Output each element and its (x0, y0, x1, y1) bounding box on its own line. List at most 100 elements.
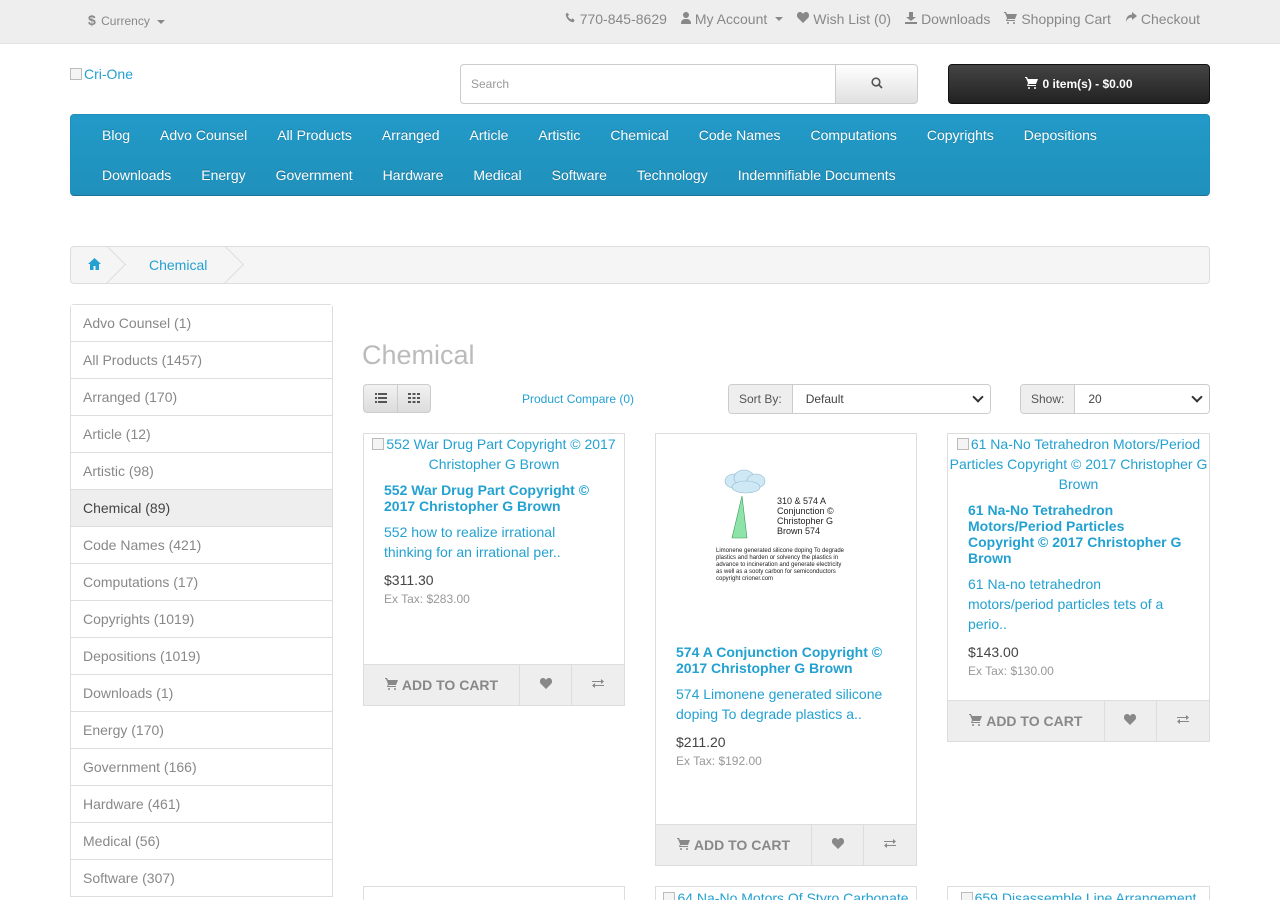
sidebar-item-energy[interactable]: Energy (170) (71, 712, 332, 749)
add-to-cart-button[interactable]: Add to Cart (656, 825, 812, 865)
breadcrumb: Chemical (70, 246, 1210, 284)
show-control: Show: 20 (1020, 384, 1210, 414)
compare-button[interactable] (1157, 701, 1209, 741)
product-compare-link[interactable]: Product Compare (0) (522, 392, 634, 406)
product-image-alt: 552 War Drug Part Copyright © 2017 Chris… (386, 436, 616, 472)
grid-view-button[interactable] (397, 384, 431, 413)
shopping-cart-link[interactable]: Shopping Cart (1004, 11, 1111, 27)
breadcrumb-chemical[interactable]: Chemical (117, 247, 235, 283)
breadcrumb-home[interactable] (71, 247, 117, 283)
product-image[interactable]: 310 & 574 A Conjunction © Christopher G … (656, 434, 916, 624)
broken-image-icon (663, 892, 676, 900)
product-price: $211.20 (676, 734, 726, 750)
product-image[interactable]: 659 Disassemble Line Arrangement (948, 887, 1209, 900)
menu-item-all-products[interactable]: All Products (262, 127, 367, 143)
product-image[interactable]: 64 Na-No Motors Of Styro Carbonate (656, 887, 916, 900)
sidebar-item-hardware[interactable]: Hardware (461) (71, 786, 332, 823)
exchange-icon (884, 838, 896, 852)
product-name[interactable]: 574 A Conjunction Copyright © 2017 Chris… (656, 644, 916, 676)
product-image-alt: 61 Na-No Tetrahedron Motors/Period Parti… (949, 436, 1208, 492)
product-image[interactable]: 552 War Drug Part Copyright © 2017 Chris… (364, 434, 624, 474)
sidebar-item-software[interactable]: Software (307) (71, 860, 332, 897)
menu-item-depositions[interactable]: Depositions (1009, 127, 1112, 143)
menu-item-medical[interactable]: Medical (458, 167, 536, 183)
menu-item-software[interactable]: Software (537, 167, 622, 183)
cart-button[interactable]: 0 item(s) - $0.00 (948, 64, 1210, 104)
sidebar-item-government[interactable]: Government (166) (71, 749, 332, 786)
menu-item-blog[interactable]: Blog (87, 127, 145, 143)
broken-image-icon (956, 438, 969, 450)
wish-list-link[interactable]: Wish List (0) (797, 11, 891, 27)
sidebar-item-computations[interactable]: Computations (17) (71, 564, 332, 601)
menu-item-hardware[interactable]: Hardware (368, 167, 459, 183)
product-name[interactable]: 61 Na-No Tetrahedron Motors/Period Parti… (948, 502, 1209, 566)
sort-control: Sort By: Default (728, 384, 991, 414)
broken-image-icon (70, 68, 82, 80)
sidebar-item-medical[interactable]: Medical (56) (71, 823, 332, 860)
add-to-cart-label: Add to Cart (986, 713, 1083, 729)
show-select[interactable]: 20 (1075, 385, 1209, 413)
chevron-down-icon (1191, 391, 1203, 403)
breadcrumb-label: Chemical (149, 257, 208, 273)
list-view-button[interactable] (363, 384, 397, 413)
product-description: 61 Na-no tetrahedron motors/period parti… (968, 576, 1164, 632)
product-image[interactable]: 61 Na-No Tetrahedron Motors/Period Parti… (948, 434, 1209, 494)
menu-item-artistic[interactable]: Artistic (523, 127, 595, 143)
my-account-label: My Account (694, 11, 768, 27)
sidebar-item-article[interactable]: Article (12) (71, 416, 332, 453)
cart-summary: 0 item(s) - $0.00 (1042, 77, 1133, 91)
menu-item-computations[interactable]: Computations (795, 127, 911, 143)
logo-alt-text: Cri-One (84, 66, 134, 82)
sidebar-item-copyrights[interactable]: Copyrights (1019) (71, 601, 332, 638)
checkout-link[interactable]: Checkout (1125, 11, 1200, 27)
menu-item-energy[interactable]: Energy (186, 167, 260, 183)
menu-item-chemical[interactable]: Chemical (595, 127, 683, 143)
sidebar-item-downloads[interactable]: Downloads (1) (71, 675, 332, 712)
phone-link[interactable]: 770-845-8629 (565, 11, 667, 27)
download-icon (905, 11, 918, 27)
share-icon (1125, 12, 1137, 26)
downloads-link[interactable]: Downloads (905, 11, 990, 27)
currency-dropdown[interactable]: $ Currency (88, 12, 166, 28)
grid-icon (408, 392, 420, 406)
cart-icon (1025, 76, 1039, 92)
sidebar-item-all-products[interactable]: All Products (1457) (71, 342, 332, 379)
cart-icon (676, 837, 690, 853)
product-name[interactable]: 552 War Drug Part Copyright © 2017 Chris… (364, 482, 624, 514)
menu-item-copyrights[interactable]: Copyrights (912, 127, 1009, 143)
menu-item-code-names[interactable]: Code Names (684, 127, 796, 143)
sidebar-item-chemical[interactable]: Chemical (89) (71, 490, 332, 527)
search-button[interactable] (835, 64, 918, 104)
sidebar-item-arranged[interactable]: Arranged (170) (71, 379, 332, 416)
menu-item-arranged[interactable]: Arranged (367, 127, 455, 143)
menu-item-indemnifiable-documents[interactable]: Indemnifiable Documents (723, 167, 911, 183)
product-price: $143.00 (968, 644, 1019, 660)
menu-item-downloads[interactable]: Downloads (87, 167, 186, 183)
menu-item-article[interactable]: Article (455, 127, 524, 143)
sidebar-item-depositions[interactable]: Depositions (1019) (71, 638, 332, 675)
compare-button[interactable] (572, 665, 624, 705)
menu-item-technology[interactable]: Technology (622, 167, 723, 183)
sidebar-item-code-names[interactable]: Code Names (421) (71, 527, 332, 564)
heart-icon (797, 12, 810, 26)
add-to-cart-button[interactable]: Add to Cart (948, 701, 1105, 741)
product-card: 61 Na-No Tetrahedron Motors/Period Parti… (947, 433, 1210, 742)
add-to-cart-button[interactable]: Add to Cart (364, 665, 520, 705)
compare-button[interactable] (864, 825, 916, 865)
sidebar-item-advo-counsel[interactable]: Advo Counsel (1) (71, 305, 332, 342)
sidebar-item-artistic[interactable]: Artistic (98) (71, 453, 332, 490)
menu-item-advo-counsel[interactable]: Advo Counsel (145, 127, 262, 143)
product-actions: Add to Cart (364, 664, 624, 705)
wishlist-button[interactable] (520, 665, 572, 705)
sort-select[interactable]: Default (792, 385, 990, 413)
menu-item-government[interactable]: Government (261, 167, 368, 183)
product-actions: Add to Cart (656, 824, 916, 865)
wishlist-button[interactable] (1105, 701, 1157, 741)
menu-row-1: Blog Advo Counsel All Products Arranged … (71, 115, 1112, 155)
wishlist-button[interactable] (812, 825, 864, 865)
logo[interactable]: Cri-One (70, 66, 133, 82)
search-input[interactable] (460, 64, 835, 104)
my-account-dropdown[interactable]: My Account (680, 11, 784, 27)
main-menu: Blog Advo Counsel All Products Arranged … (70, 114, 1210, 196)
chevron-down-icon (775, 17, 784, 21)
